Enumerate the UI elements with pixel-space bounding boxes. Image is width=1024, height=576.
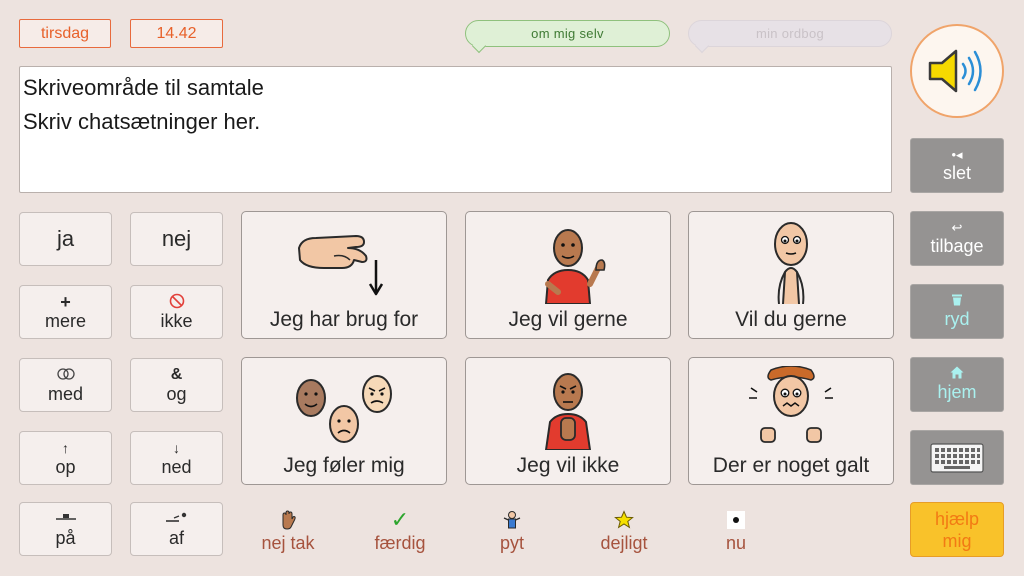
keyboard-icon — [930, 442, 984, 473]
phrase-want-card[interactable]: Jeg vil gerne — [465, 211, 671, 339]
word-down-button[interactable]: ↓ ned — [130, 431, 223, 485]
word-up-label: op — [55, 456, 76, 477]
pointing-hand-icon — [298, 235, 384, 296]
time-display: 14.42 — [130, 19, 223, 48]
word-more-label: mere — [44, 310, 86, 331]
quick-lovely-label: dejligt — [600, 532, 648, 553]
off-surface-icon — [165, 510, 188, 528]
quick-whatever-button[interactable]: pyt — [464, 502, 560, 558]
word-and-button[interactable]: & og — [130, 358, 223, 412]
phrase-feel-card[interactable]: Jeg føler mig — [241, 357, 447, 485]
stop-hand-icon — [279, 507, 297, 533]
quick-lovely-button[interactable]: dejligt — [576, 502, 672, 558]
word-yes-button[interactable]: ja — [19, 212, 112, 266]
dot-icon — [726, 507, 746, 533]
phrase-dont-want-label: Jeg vil ikke — [516, 454, 620, 477]
word-not-label: ikke — [160, 310, 193, 331]
word-on-label: på — [55, 527, 76, 548]
my-dictionary-label: min ordbog — [755, 26, 825, 41]
speech-tail-icon — [471, 38, 487, 54]
word-with-button[interactable]: med — [19, 358, 112, 412]
star-icon — [614, 507, 634, 533]
word-more-button[interactable]: + mere — [19, 285, 112, 339]
speech-tail-icon — [694, 38, 710, 54]
word-no-label: nej — [161, 226, 192, 251]
help-label-line2: mig — [942, 530, 972, 551]
quick-no-thanks-label: nej tak — [261, 532, 315, 553]
phrase-wrong-card[interactable]: Der er noget galt — [688, 357, 894, 485]
begging-person-icon — [774, 222, 808, 304]
quick-whatever-label: pyt — [499, 532, 524, 553]
phrase-would-you-card[interactable]: Vil du gerne — [688, 211, 894, 339]
about-me-label: om mig selv — [531, 26, 604, 41]
word-down-label: ned — [161, 456, 192, 477]
arrow-down-icon: ↓ — [173, 439, 180, 456]
quick-now-button[interactable]: nu — [688, 502, 784, 558]
day-display: tirsdag — [19, 19, 111, 48]
phrase-need-card[interactable]: Jeg har brug for — [241, 211, 447, 339]
phrase-want-label: Jeg vil gerne — [508, 308, 628, 331]
back-label: tilbage — [930, 236, 984, 256]
word-and-label: og — [166, 383, 187, 404]
home-label: hjem — [937, 382, 977, 402]
ampersand-icon: & — [170, 365, 183, 383]
phrase-wrong-label: Der er noget galt — [712, 454, 870, 477]
speaker-icon — [928, 49, 982, 93]
prohibited-icon — [169, 293, 185, 311]
help-me-button[interactable]: hjælp mig — [910, 502, 1004, 557]
person-want-icon — [544, 229, 606, 304]
clear-button[interactable]: ryd — [910, 284, 1004, 339]
writing-line-2: Skriv chatsætninger her. — [23, 109, 261, 134]
word-with-label: med — [47, 383, 83, 404]
help-label-line1: hjælp — [934, 508, 980, 529]
word-no-button[interactable]: nej — [130, 212, 223, 266]
phrase-dont-want-card[interactable]: Jeg vil ikke — [465, 357, 671, 485]
distressed-person-icon — [749, 366, 833, 443]
home-icon — [950, 366, 964, 382]
backspace-icon: •◂ — [951, 147, 963, 162]
word-not-button[interactable]: ikke — [130, 285, 223, 339]
undo-arrow-icon: ↩ — [951, 220, 963, 235]
person-refuse-icon — [544, 373, 592, 450]
plus-icon: + — [60, 291, 71, 312]
quick-done-label: færdig — [374, 532, 426, 553]
arrow-up-icon: ↑ — [62, 439, 69, 456]
writing-line-1: Skriveområde til samtale — [23, 75, 264, 100]
back-button[interactable]: ↩ tilbage — [910, 211, 1004, 266]
my-dictionary-button[interactable]: min ordbog — [688, 20, 892, 54]
phrase-would-you-label: Vil du gerne — [735, 308, 847, 331]
word-up-button[interactable]: ↑ op — [19, 431, 112, 485]
word-off-label: af — [168, 527, 184, 548]
quick-now-label: nu — [725, 532, 747, 553]
word-off-button[interactable]: af — [130, 502, 223, 556]
word-yes-label: ja — [56, 226, 75, 251]
emotion-faces-icon — [296, 375, 392, 443]
delete-label: slet — [942, 163, 971, 183]
day-label: tirsdag — [40, 24, 90, 42]
trash-icon — [951, 293, 963, 309]
shrug-person-icon — [502, 507, 522, 533]
phrase-feel-label: Jeg føler mig — [283, 454, 405, 477]
speak-button[interactable] — [910, 24, 1004, 118]
time-label: 14.42 — [156, 24, 197, 42]
about-me-button[interactable]: om mig selv — [465, 20, 670, 54]
chat-writing-area[interactable]: Skriveområde til samtale Skriv chatsætni… — [19, 66, 892, 193]
clear-label: ryd — [944, 309, 970, 329]
keyboard-button[interactable] — [910, 430, 1004, 485]
linked-circles-icon — [56, 366, 76, 384]
home-button[interactable]: hjem — [910, 357, 1004, 412]
quick-done-button[interactable]: ✓ færdig — [352, 502, 448, 558]
word-on-button[interactable]: på — [19, 502, 112, 556]
checkmark-icon: ✓ — [390, 506, 410, 532]
delete-button[interactable]: •◂ slet — [910, 138, 1004, 193]
on-surface-icon — [55, 510, 76, 528]
phrase-need-label: Jeg har brug for — [269, 308, 419, 331]
quick-no-thanks-button[interactable]: nej tak — [240, 502, 336, 558]
